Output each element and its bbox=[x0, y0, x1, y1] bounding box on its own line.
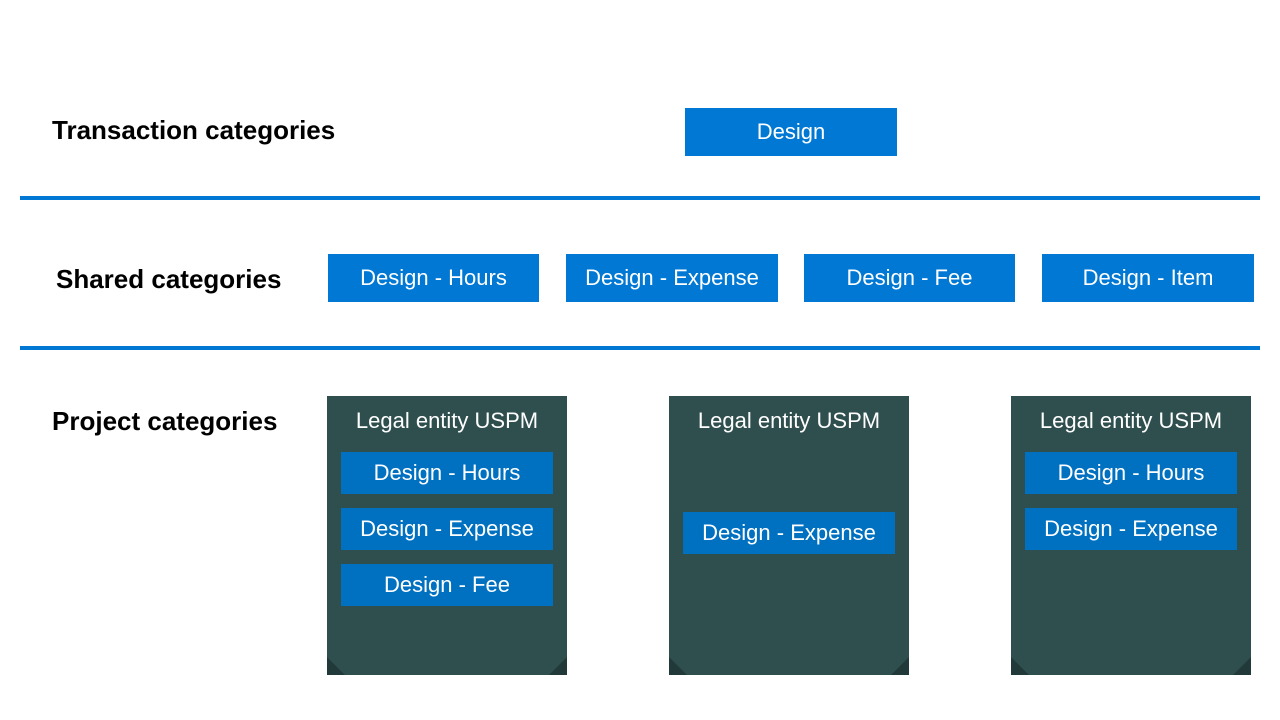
project-category-item: Design - Hours bbox=[1025, 452, 1237, 494]
project-category-item: Design - Expense bbox=[341, 508, 553, 550]
panel-fold-left-icon bbox=[669, 657, 687, 675]
shared-categories-label: Shared categories bbox=[56, 264, 281, 295]
project-category-item: Design - Expense bbox=[683, 512, 895, 554]
project-categories-label: Project categories bbox=[52, 406, 277, 437]
shared-category-pill-1: Design - Hours bbox=[328, 254, 539, 302]
shared-category-pill-4: Design - Item bbox=[1042, 254, 1254, 302]
panel-fold-left-icon bbox=[1011, 657, 1029, 675]
legal-entity-title: Legal entity USPM bbox=[1025, 408, 1237, 434]
transaction-categories-label: Transaction categories bbox=[52, 115, 335, 146]
panel-fold-right-icon bbox=[891, 657, 909, 675]
project-category-item: Design - Hours bbox=[341, 452, 553, 494]
transaction-category-pill: Design bbox=[685, 108, 897, 156]
panel-fold-right-icon bbox=[1233, 657, 1251, 675]
legal-entity-panel-1: Legal entity USPM Design - Hours Design … bbox=[327, 396, 567, 675]
project-category-item: Design - Expense bbox=[1025, 508, 1237, 550]
panel-fold-left-icon bbox=[327, 657, 345, 675]
project-category-item: Design - Fee bbox=[341, 564, 553, 606]
spacer bbox=[683, 452, 895, 512]
legal-entity-title: Legal entity USPM bbox=[341, 408, 553, 434]
legal-entity-panel-3: Legal entity USPM Design - Hours Design … bbox=[1011, 396, 1251, 675]
diagram-canvas: Transaction categories Design Shared cat… bbox=[0, 0, 1280, 720]
divider-2 bbox=[20, 346, 1260, 350]
legal-entity-title: Legal entity USPM bbox=[683, 408, 895, 434]
shared-category-pill-3: Design - Fee bbox=[804, 254, 1015, 302]
panel-fold-right-icon bbox=[549, 657, 567, 675]
divider-1 bbox=[20, 196, 1260, 200]
legal-entity-panel-2: Legal entity USPM Design - Expense bbox=[669, 396, 909, 675]
shared-category-pill-2: Design - Expense bbox=[566, 254, 778, 302]
